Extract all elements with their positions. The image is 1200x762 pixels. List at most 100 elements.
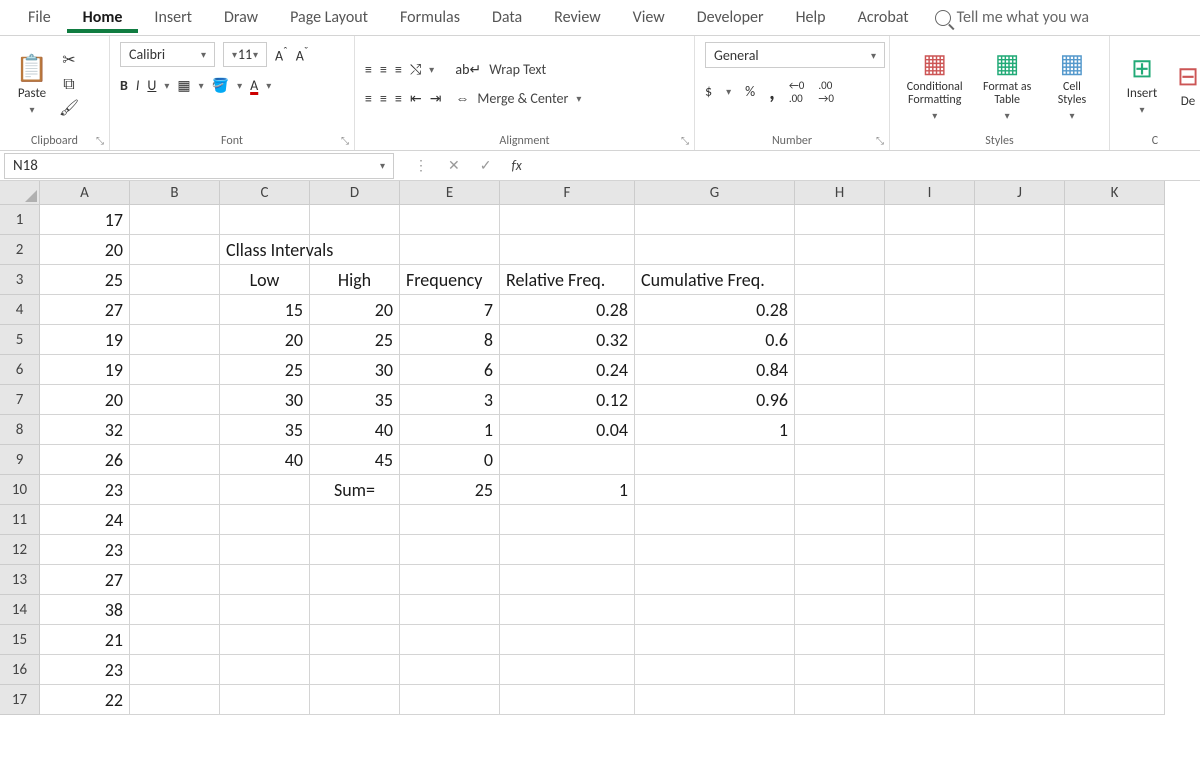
cell-I2[interactable]: [885, 235, 975, 265]
cell-H11[interactable]: [795, 505, 885, 535]
cell-E8[interactable]: 1: [400, 415, 500, 445]
cut-icon[interactable]: ✂: [60, 51, 78, 69]
cell-D8[interactable]: 40: [310, 415, 400, 445]
cell-D6[interactable]: 30: [310, 355, 400, 385]
cell-I4[interactable]: [885, 295, 975, 325]
row-header-7[interactable]: 7: [0, 385, 40, 415]
cell-G12[interactable]: [635, 535, 795, 565]
cell-E17[interactable]: [400, 685, 500, 715]
conditional-formatting-button[interactable]: ▦ Conditional Formatting▾: [900, 43, 969, 126]
enter-icon[interactable]: ✓: [480, 157, 492, 174]
cell-E11[interactable]: [400, 505, 500, 535]
cell-C1[interactable]: [220, 205, 310, 235]
cell-E9[interactable]: 0: [400, 445, 500, 475]
cell-A8[interactable]: 32: [40, 415, 130, 445]
cell-C15[interactable]: [220, 625, 310, 655]
decrease-decimal-icon[interactable]: .00→0: [818, 79, 834, 105]
dialog-launcher-icon[interactable]: ⤡: [341, 134, 349, 147]
indent-increase-icon[interactable]: ⇥: [430, 90, 442, 107]
cell-F14[interactable]: [500, 595, 635, 625]
cell-D10[interactable]: Sum=: [310, 475, 400, 505]
align-bottom-icon[interactable]: ≡: [395, 61, 402, 78]
percent-button[interactable]: %: [745, 83, 755, 100]
font-color-icon[interactable]: A: [250, 77, 258, 94]
dialog-launcher-icon[interactable]: ⤡: [96, 134, 104, 147]
cell-K3[interactable]: [1065, 265, 1165, 295]
paste-button[interactable]: 📋 Paste ▾: [10, 48, 54, 120]
delete-button[interactable]: ⊟ De: [1166, 56, 1200, 113]
cell-E7[interactable]: 3: [400, 385, 500, 415]
cell-I6[interactable]: [885, 355, 975, 385]
cell-A15[interactable]: 21: [40, 625, 130, 655]
tab-view[interactable]: View: [617, 2, 681, 33]
cell-F2[interactable]: [500, 235, 635, 265]
tell-me-search[interactable]: Tell me what you wa: [925, 8, 1089, 27]
cell-H17[interactable]: [795, 685, 885, 715]
column-header-C[interactable]: C: [220, 181, 310, 205]
cell-J9[interactable]: [975, 445, 1065, 475]
borders-icon[interactable]: ▦: [177, 77, 190, 94]
cell-A5[interactable]: 19: [40, 325, 130, 355]
cell-B4[interactable]: [130, 295, 220, 325]
align-right-icon[interactable]: ≡: [395, 90, 402, 107]
cell-H9[interactable]: [795, 445, 885, 475]
cell-G15[interactable]: [635, 625, 795, 655]
merge-center-button[interactable]: ⇔ Merge & Center▾: [455, 90, 581, 107]
cell-C14[interactable]: [220, 595, 310, 625]
cell-H2[interactable]: [795, 235, 885, 265]
italic-button[interactable]: I: [136, 77, 140, 94]
cell-E16[interactable]: [400, 655, 500, 685]
cell-G9[interactable]: [635, 445, 795, 475]
row-header-17[interactable]: 17: [0, 685, 40, 715]
dialog-launcher-icon[interactable]: ⤡: [876, 134, 884, 147]
dialog-launcher-icon[interactable]: ⤡: [681, 134, 689, 147]
tab-file[interactable]: File: [12, 2, 67, 33]
cell-B3[interactable]: [130, 265, 220, 295]
cell-D13[interactable]: [310, 565, 400, 595]
cell-K10[interactable]: [1065, 475, 1165, 505]
cell-C6[interactable]: 25: [220, 355, 310, 385]
cell-area[interactable]: 1720Cllass Intervals25LowHighFrequencyRe…: [40, 205, 1165, 715]
orientation-icon[interactable]: ⤭: [410, 61, 421, 78]
cell-E14[interactable]: [400, 595, 500, 625]
cell-D5[interactable]: 25: [310, 325, 400, 355]
cell-F4[interactable]: 0.28: [500, 295, 635, 325]
cell-A2[interactable]: 20: [40, 235, 130, 265]
cell-H16[interactable]: [795, 655, 885, 685]
cell-H1[interactable]: [795, 205, 885, 235]
tab-acrobat[interactable]: Acrobat: [842, 2, 925, 33]
cell-A12[interactable]: 23: [40, 535, 130, 565]
cell-C5[interactable]: 20: [220, 325, 310, 355]
cell-J11[interactable]: [975, 505, 1065, 535]
cell-K2[interactable]: [1065, 235, 1165, 265]
tab-page-layout[interactable]: Page Layout: [274, 2, 384, 33]
comma-button[interactable]: ,: [769, 78, 775, 105]
cell-styles-button[interactable]: ▦ Cell Styles▾: [1045, 43, 1099, 126]
cell-B7[interactable]: [130, 385, 220, 415]
cell-C4[interactable]: 15: [220, 295, 310, 325]
cell-F10[interactable]: 1: [500, 475, 635, 505]
cell-J2[interactable]: [975, 235, 1065, 265]
column-header-E[interactable]: E: [400, 181, 500, 205]
row-header-13[interactable]: 13: [0, 565, 40, 595]
format-as-table-button[interactable]: ▦ Format as Table▾: [973, 43, 1041, 126]
cell-B2[interactable]: [130, 235, 220, 265]
cell-A13[interactable]: 27: [40, 565, 130, 595]
cell-K4[interactable]: [1065, 295, 1165, 325]
column-header-I[interactable]: I: [885, 181, 975, 205]
cell-J13[interactable]: [975, 565, 1065, 595]
cell-K17[interactable]: [1065, 685, 1165, 715]
tab-data[interactable]: Data: [476, 2, 538, 33]
row-header-9[interactable]: 9: [0, 445, 40, 475]
cell-K12[interactable]: [1065, 535, 1165, 565]
row-header-14[interactable]: 14: [0, 595, 40, 625]
cell-E6[interactable]: 6: [400, 355, 500, 385]
cell-F15[interactable]: [500, 625, 635, 655]
formula-input[interactable]: [538, 153, 1200, 179]
cell-H3[interactable]: [795, 265, 885, 295]
tab-insert[interactable]: Insert: [138, 2, 208, 33]
cell-B5[interactable]: [130, 325, 220, 355]
cell-D17[interactable]: [310, 685, 400, 715]
cell-I12[interactable]: [885, 535, 975, 565]
cell-D1[interactable]: [310, 205, 400, 235]
